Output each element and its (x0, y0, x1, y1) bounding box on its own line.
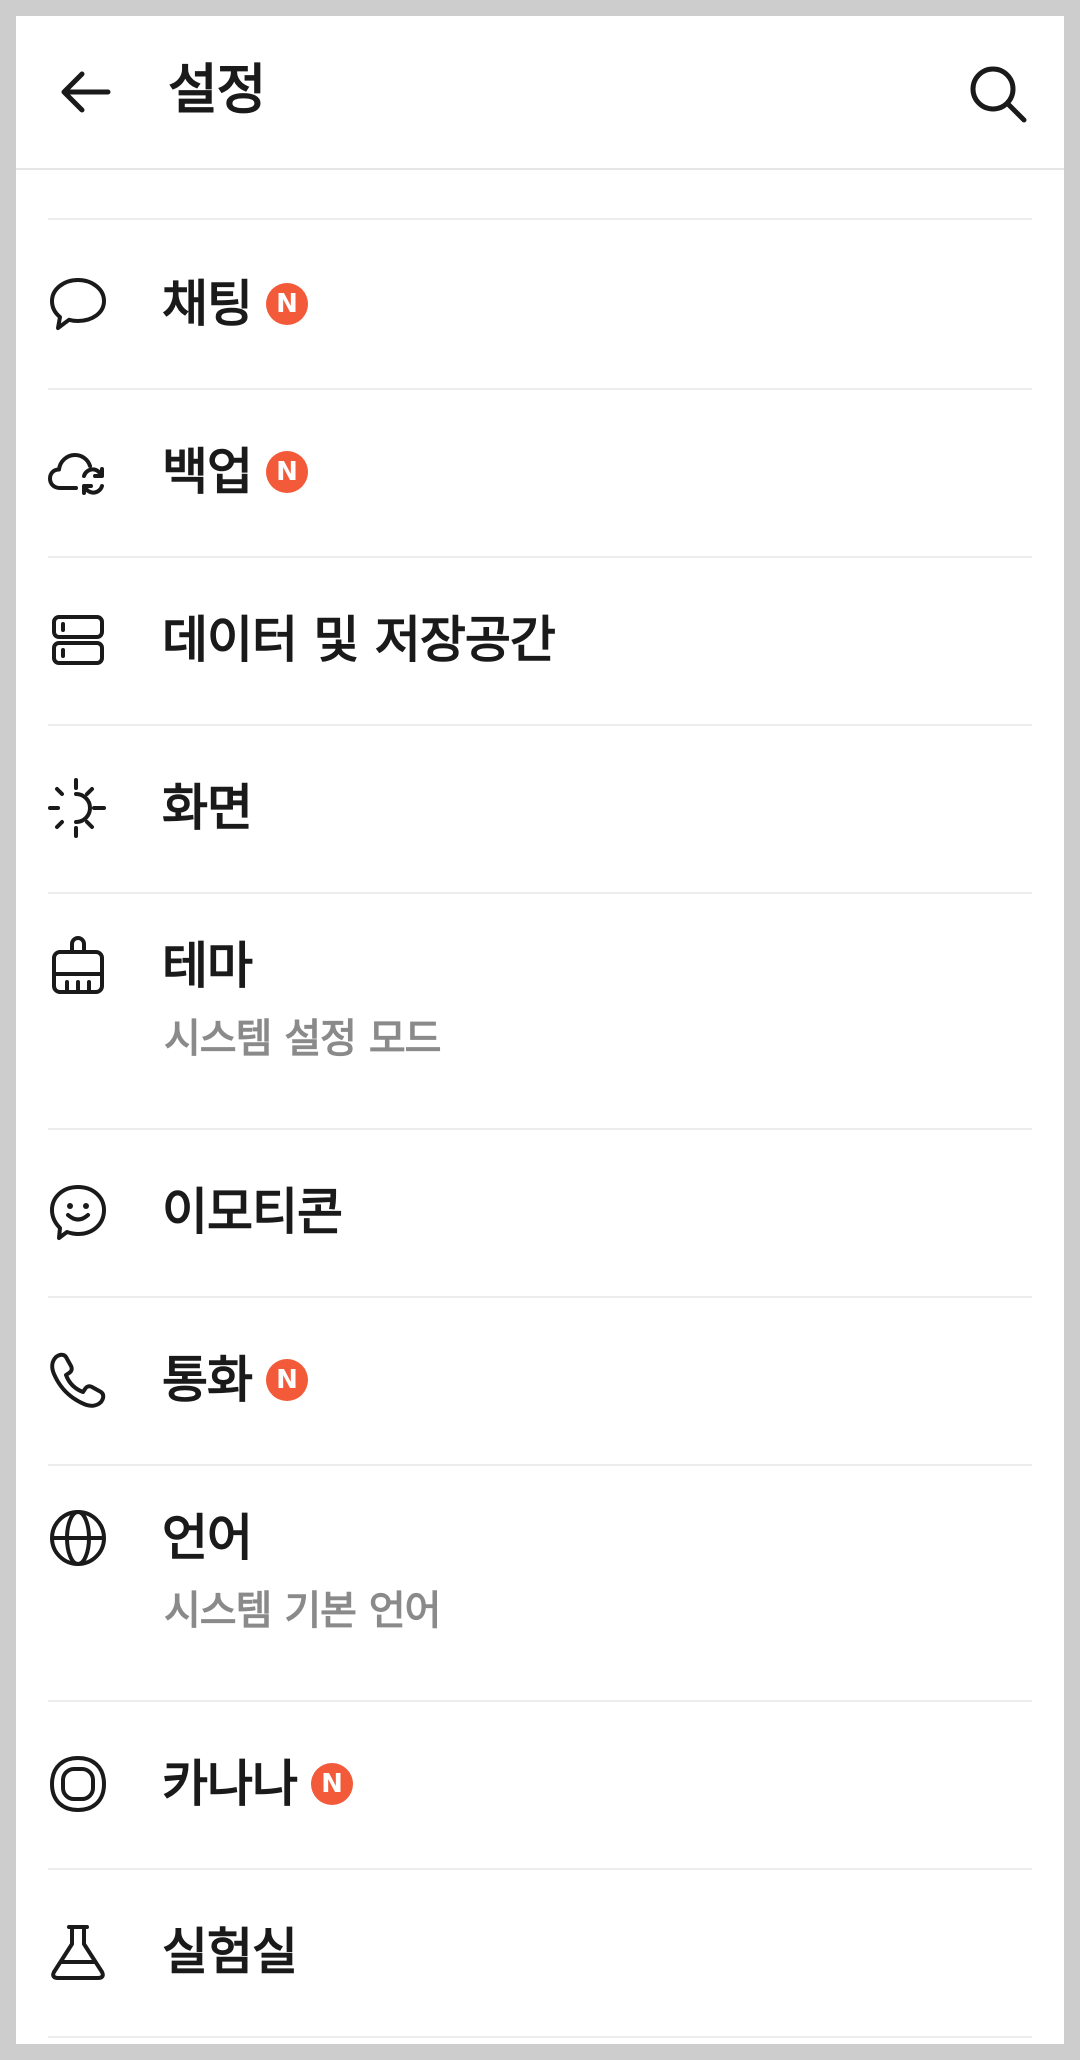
paint-brush-icon (52, 936, 104, 994)
settings-item-language[interactable]: 언어 시스템 기본 언어 (16, 1464, 1064, 1700)
flask-icon (51, 1925, 105, 1980)
item-label: 실험실 (162, 1923, 298, 1981)
settings-screen: 설정 채팅 N 백업 N 데이터 및 저장공간 화면 테마 시스템 설정 모드 … (16, 16, 1064, 2044)
settings-item-theme[interactable]: 테마 시스템 설정 모드 (16, 892, 1064, 1128)
item-label: 채팅 (162, 275, 253, 333)
settings-item-emoticon[interactable]: 이모티콘 (16, 1128, 1064, 1296)
arrow-left-icon (61, 71, 111, 113)
settings-item-kanana[interactable]: 카나나 N (16, 1700, 1064, 1868)
item-label: 화면 (162, 779, 253, 837)
kanana-icon (49, 1755, 107, 1813)
brightness-icon (48, 778, 106, 838)
cloud-sync-icon (48, 453, 104, 495)
item-label: 통화 (162, 1351, 253, 1409)
storage-icon (52, 615, 104, 665)
item-label: 언어 (162, 1509, 253, 1567)
settings-item-call[interactable]: 통화 N (16, 1296, 1064, 1464)
phone-icon (50, 1352, 106, 1408)
new-badge: N (266, 1359, 308, 1401)
search-button[interactable] (958, 54, 1038, 134)
chat-bubble-icon (50, 278, 106, 330)
settings-item-display[interactable]: 화면 (16, 724, 1064, 892)
new-badge: N (266, 283, 308, 325)
item-label: 테마 (162, 937, 253, 995)
app-bar: 설정 (16, 16, 1064, 170)
back-button[interactable] (48, 54, 124, 130)
item-subtitle: 시스템 설정 모드 (164, 1016, 441, 1062)
item-subtitle: 시스템 기본 언어 (164, 1588, 441, 1634)
emoticon-icon (50, 1185, 106, 1240)
search-icon (970, 66, 1027, 123)
globe-icon (50, 1510, 106, 1566)
settings-item-backup[interactable]: 백업 N (16, 388, 1064, 556)
item-label: 데이터 및 저장공간 (162, 611, 556, 669)
settings-item-data-storage[interactable]: 데이터 및 저장공간 (16, 556, 1064, 724)
item-label: 카나나 (162, 1755, 298, 1813)
new-badge: N (266, 451, 308, 493)
item-label: 백업 (162, 443, 253, 501)
settings-item-chat[interactable]: 채팅 N (16, 220, 1064, 388)
page-title: 설정 (168, 58, 266, 121)
settings-item-lab[interactable]: 실험실 (16, 1868, 1064, 2036)
new-badge: N (311, 1763, 353, 1805)
item-label: 이모티콘 (162, 1183, 343, 1241)
divider (48, 2036, 1032, 2038)
